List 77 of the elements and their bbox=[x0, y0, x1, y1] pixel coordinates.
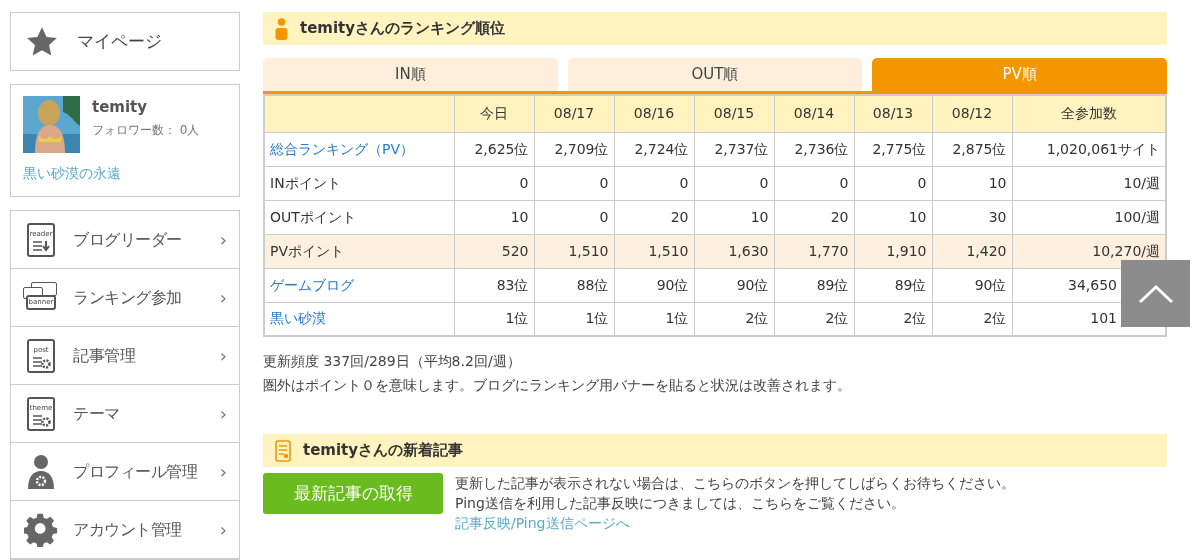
table-cell: 2,724位 bbox=[614, 132, 694, 166]
note-text: 圏外はポイント０を意味します。ブログにランキング用バナーを貼ると状況は改善されます。 bbox=[263, 376, 852, 395]
column-header: 08/14 bbox=[774, 95, 854, 132]
column-header: 今日 bbox=[454, 95, 534, 132]
column-header: 08/16 bbox=[614, 95, 694, 132]
table-cell: 2,709位 bbox=[534, 132, 614, 166]
table-cell: 89位 bbox=[774, 268, 854, 302]
table-cell: 0 bbox=[854, 166, 932, 200]
table-cell: 1,630 bbox=[694, 234, 774, 268]
table-cell: 0 bbox=[534, 200, 614, 234]
column-header: 08/15 bbox=[694, 95, 774, 132]
table-cell: 0 bbox=[614, 166, 694, 200]
table-cell: 90位 bbox=[694, 268, 774, 302]
table-cell: 2,875位 bbox=[932, 132, 1012, 166]
chevron-icon: › bbox=[219, 458, 227, 485]
note-text: 更新頻度 337回/289日（平均8.2回/週） bbox=[263, 352, 522, 371]
table-cell: 0 bbox=[534, 166, 614, 200]
table-cell: 1,510 bbox=[534, 234, 614, 268]
column-header: 08/17 bbox=[534, 95, 614, 132]
scroll-top-button[interactable] bbox=[1121, 260, 1190, 327]
menu-label: プロフィール管理 bbox=[73, 460, 199, 483]
table-cell: 2,775位 bbox=[854, 132, 932, 166]
table-cell: 1,510 bbox=[614, 234, 694, 268]
table-cell: 88位 bbox=[534, 268, 614, 302]
table-cell: 1,910 bbox=[854, 234, 932, 268]
table-cell: 2,736位 bbox=[774, 132, 854, 166]
table-cell: 10 bbox=[694, 200, 774, 234]
table-cell: 0 bbox=[694, 166, 774, 200]
table-cell: 90位 bbox=[932, 268, 1012, 302]
menu-item[interactable]: アカウント管理 › bbox=[11, 501, 239, 559]
mypage-link[interactable]: マイページ bbox=[10, 12, 240, 71]
menu-label: ブログリーダー bbox=[73, 228, 183, 251]
column-header: 08/12 bbox=[932, 95, 1012, 132]
menu-label: テーマ bbox=[73, 402, 121, 425]
chevron-up-icon bbox=[1137, 283, 1174, 304]
tab[interactable]: OUT順 bbox=[567, 58, 863, 91]
info-text: Ping送信を利用した記事反映につきましては、こちらをご覧ください。 bbox=[455, 494, 906, 513]
person-icon bbox=[275, 17, 288, 40]
chevron-icon: › bbox=[219, 400, 227, 427]
info-text: 更新した記事が表示されない場合は、こちらのボタンを押してしばらくお待ちください。 bbox=[455, 474, 1015, 493]
table-cell: 1,770 bbox=[774, 234, 854, 268]
row-label: OUTポイント bbox=[270, 208, 356, 225]
user-name: temity bbox=[92, 97, 149, 118]
person-gear-icon bbox=[26, 453, 56, 490]
row-label: INポイント bbox=[270, 174, 341, 191]
table-cell: 520 bbox=[454, 234, 534, 268]
table-cell: 20 bbox=[614, 200, 694, 234]
row-label: PVポイント bbox=[270, 242, 345, 259]
menu-label: ランキング参加 bbox=[73, 286, 183, 309]
column-header: 08/13 bbox=[854, 95, 932, 132]
chevron-icon: › bbox=[219, 342, 227, 369]
table-cell: 90位 bbox=[614, 268, 694, 302]
table-cell: 10 bbox=[854, 200, 932, 234]
table-cell: 0 bbox=[774, 166, 854, 200]
chevron-icon: › bbox=[219, 284, 227, 311]
table-cell: 89位 bbox=[854, 268, 932, 302]
table-cell: 0 bbox=[454, 166, 534, 200]
menu-label: アカウント管理 bbox=[73, 518, 183, 541]
menu-label: 記事管理 bbox=[73, 344, 137, 367]
table-cell: 20 bbox=[774, 200, 854, 234]
section-title: temityさんの新着記事 bbox=[303, 440, 464, 462]
document-icon bbox=[275, 439, 291, 462]
follower-count: フォロワー数： 0人 bbox=[92, 121, 200, 139]
section-title: temityさんのランキング順位 bbox=[300, 18, 506, 40]
tab[interactable]: IN順 bbox=[263, 58, 558, 91]
table-cell: 2,625位 bbox=[454, 132, 534, 166]
table-cell: 83位 bbox=[454, 268, 534, 302]
settings-icon bbox=[24, 512, 58, 547]
table-cell: 10 bbox=[454, 200, 534, 234]
menu-item[interactable]: プロフィール管理 › bbox=[11, 443, 239, 501]
table-cell: 30 bbox=[932, 200, 1012, 234]
chevron-icon: › bbox=[219, 226, 227, 253]
chevron-icon: › bbox=[219, 516, 227, 543]
table-cell: 1,420 bbox=[932, 234, 1012, 268]
row-link[interactable]: 黒い砂漠 bbox=[270, 310, 326, 327]
table-cell: 10 bbox=[932, 166, 1012, 200]
table-cell: 2,737位 bbox=[694, 132, 774, 166]
